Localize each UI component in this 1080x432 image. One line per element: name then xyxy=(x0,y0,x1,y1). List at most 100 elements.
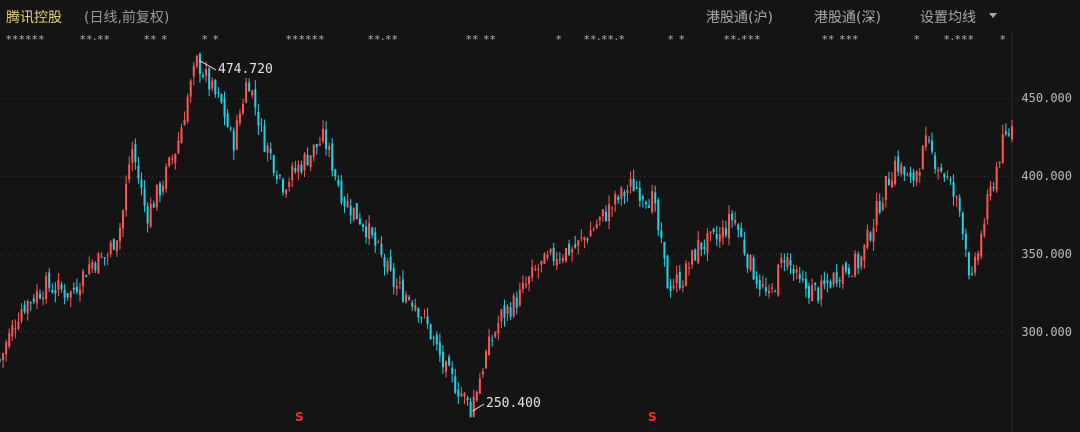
candle xyxy=(921,145,924,170)
candle xyxy=(189,78,192,103)
candle xyxy=(281,177,284,196)
dividend-marker[interactable]: S xyxy=(648,410,657,424)
candle xyxy=(543,252,546,265)
candle xyxy=(927,136,930,144)
dividend-marker[interactable]: S xyxy=(295,410,304,424)
candle xyxy=(417,307,420,323)
candle xyxy=(202,72,205,79)
candle xyxy=(826,273,829,293)
candle xyxy=(887,171,890,186)
candle xyxy=(395,278,398,296)
candle xyxy=(195,55,198,69)
candle xyxy=(681,280,684,293)
candle xyxy=(392,262,395,295)
candle xyxy=(152,200,155,208)
candle xyxy=(654,185,657,212)
candle xyxy=(478,372,481,394)
candle xyxy=(475,390,478,402)
candle xyxy=(614,190,617,212)
candle xyxy=(740,222,743,238)
candle xyxy=(648,199,651,208)
candle xyxy=(644,200,647,209)
candle xyxy=(1004,123,1007,137)
candle xyxy=(426,307,429,329)
y-tick-label: 300.000 xyxy=(1021,325,1072,339)
candle xyxy=(598,216,601,226)
candle xyxy=(57,273,60,297)
candle xyxy=(17,312,20,331)
candle xyxy=(958,194,961,218)
candle xyxy=(918,168,921,183)
candle xyxy=(155,184,158,212)
candle xyxy=(122,209,125,238)
candle xyxy=(389,249,392,272)
candle xyxy=(967,251,970,280)
candle xyxy=(854,250,857,278)
candle xyxy=(51,283,54,294)
candle xyxy=(318,136,321,147)
candlestick-chart[interactable] xyxy=(0,0,1080,432)
candle xyxy=(463,391,466,405)
candle xyxy=(1007,128,1010,138)
candle xyxy=(297,160,300,181)
candle xyxy=(334,168,337,181)
candle xyxy=(568,239,571,257)
candle xyxy=(574,235,577,249)
candle xyxy=(266,142,269,162)
candle xyxy=(638,180,641,207)
candle xyxy=(666,254,669,289)
candle xyxy=(909,167,912,183)
candle xyxy=(515,291,518,315)
candle xyxy=(906,172,909,176)
candle xyxy=(595,219,598,230)
candle xyxy=(269,142,272,160)
candle xyxy=(583,236,586,249)
high-price-annotation: 474.720 xyxy=(218,62,273,77)
candle xyxy=(611,206,614,217)
candle xyxy=(432,335,435,346)
candle xyxy=(466,395,469,406)
candle xyxy=(688,261,691,276)
candle xyxy=(777,263,780,298)
candle xyxy=(168,156,171,168)
candle xyxy=(365,219,368,244)
candle xyxy=(423,309,426,319)
candle xyxy=(158,181,161,203)
candle xyxy=(441,345,444,374)
candle xyxy=(1011,119,1013,143)
candle xyxy=(97,251,100,274)
candle xyxy=(801,270,804,283)
candle xyxy=(795,265,798,280)
candle xyxy=(177,132,180,155)
candle xyxy=(823,271,826,290)
candle xyxy=(238,108,241,127)
candle xyxy=(767,284,770,299)
candle xyxy=(943,172,946,182)
candle xyxy=(931,132,934,155)
candle xyxy=(337,175,340,188)
candle xyxy=(435,331,438,351)
candle xyxy=(940,163,943,173)
candle xyxy=(531,259,534,282)
candle xyxy=(891,171,894,188)
candle xyxy=(592,226,595,232)
candle xyxy=(847,264,850,278)
candle xyxy=(285,188,288,199)
candle xyxy=(361,223,364,232)
candle xyxy=(841,264,844,290)
candle xyxy=(165,163,168,193)
candle xyxy=(485,349,488,370)
candle xyxy=(109,240,112,258)
candle xyxy=(866,224,869,250)
candle xyxy=(703,239,706,255)
candle xyxy=(669,278,672,298)
candle xyxy=(414,298,417,312)
candle xyxy=(171,154,174,165)
candle xyxy=(223,91,226,126)
candle xyxy=(229,126,232,132)
candle xyxy=(245,77,248,104)
candle xyxy=(724,220,727,238)
candle xyxy=(257,104,260,135)
candle xyxy=(878,193,881,215)
candle xyxy=(534,264,537,271)
